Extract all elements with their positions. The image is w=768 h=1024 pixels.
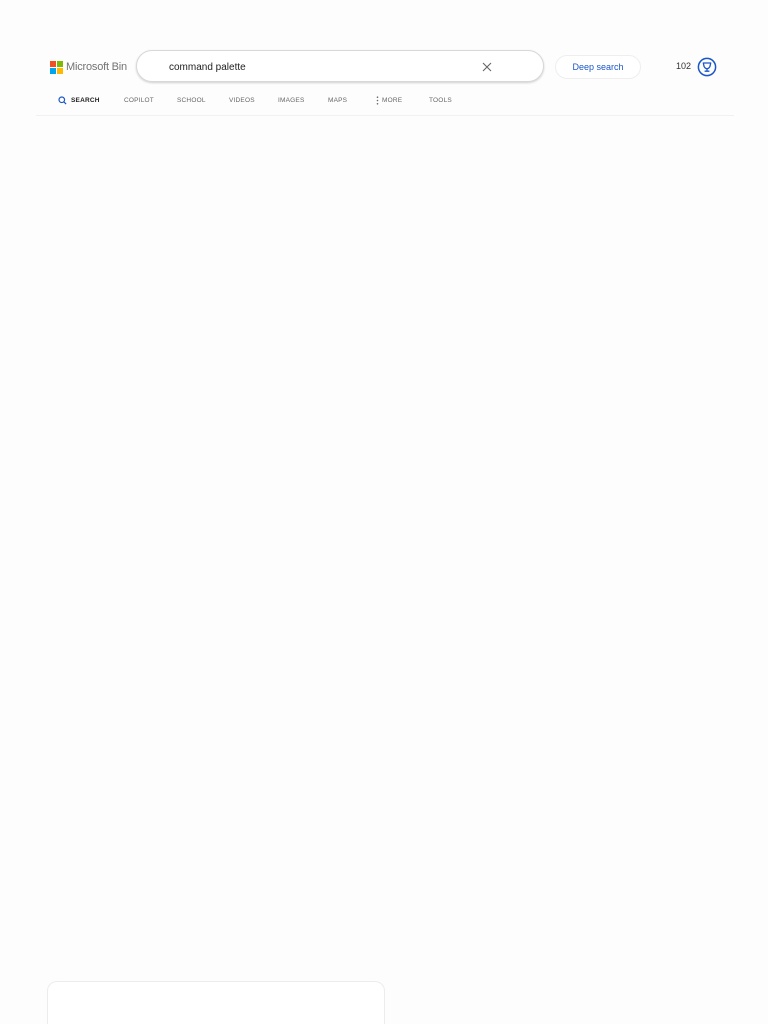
rewards-trophy-icon[interactable] bbox=[697, 57, 717, 77]
rewards-points[interactable]: 102 bbox=[676, 61, 691, 71]
close-icon[interactable] bbox=[477, 57, 497, 77]
microsoft-logo-icon bbox=[50, 60, 63, 74]
results-card bbox=[47, 981, 385, 1024]
nav-tab-label: COPILOT bbox=[124, 97, 154, 104]
nav-tab-label: SCHOOL bbox=[177, 97, 206, 104]
nav-tab-label: VIDEOS bbox=[229, 97, 255, 104]
nav-tab-videos[interactable]: VIDEOS bbox=[229, 97, 255, 104]
nav-tab-label: TOOLS bbox=[429, 97, 452, 104]
nav-tab-more[interactable]: MORE bbox=[376, 96, 402, 105]
nav-tab-images[interactable]: IMAGES bbox=[278, 97, 304, 104]
page: Microsoft Bing Deep search 102 bbox=[0, 0, 768, 1024]
more-vertical-icon bbox=[376, 96, 379, 105]
nav-tab-label: MORE bbox=[382, 97, 403, 104]
bing-logo[interactable]: Microsoft Bing bbox=[50, 60, 127, 74]
nav-divider bbox=[36, 115, 734, 116]
nav-tab-label: SEARCH bbox=[71, 97, 100, 104]
nav-tab-search[interactable]: SEARCH bbox=[58, 96, 100, 105]
nav-tab-label: MAPS bbox=[328, 97, 348, 104]
search-input[interactable] bbox=[169, 59, 469, 75]
nav-tab-tools[interactable]: TOOLS bbox=[429, 97, 452, 104]
logo-text: Microsoft Bing bbox=[66, 61, 127, 73]
search-icon bbox=[58, 96, 67, 105]
nav-tab-label: IMAGES bbox=[278, 97, 305, 104]
nav-tab-copilot[interactable]: COPILOT bbox=[124, 97, 154, 104]
deep-search-button[interactable]: Deep search bbox=[555, 55, 641, 79]
nav-tab-maps[interactable]: MAPS bbox=[328, 97, 347, 104]
nav-tab-school[interactable]: SCHOOL bbox=[177, 97, 206, 104]
header: Microsoft Bing Deep search 102 bbox=[0, 0, 768, 116]
search-box[interactable] bbox=[136, 50, 544, 82]
